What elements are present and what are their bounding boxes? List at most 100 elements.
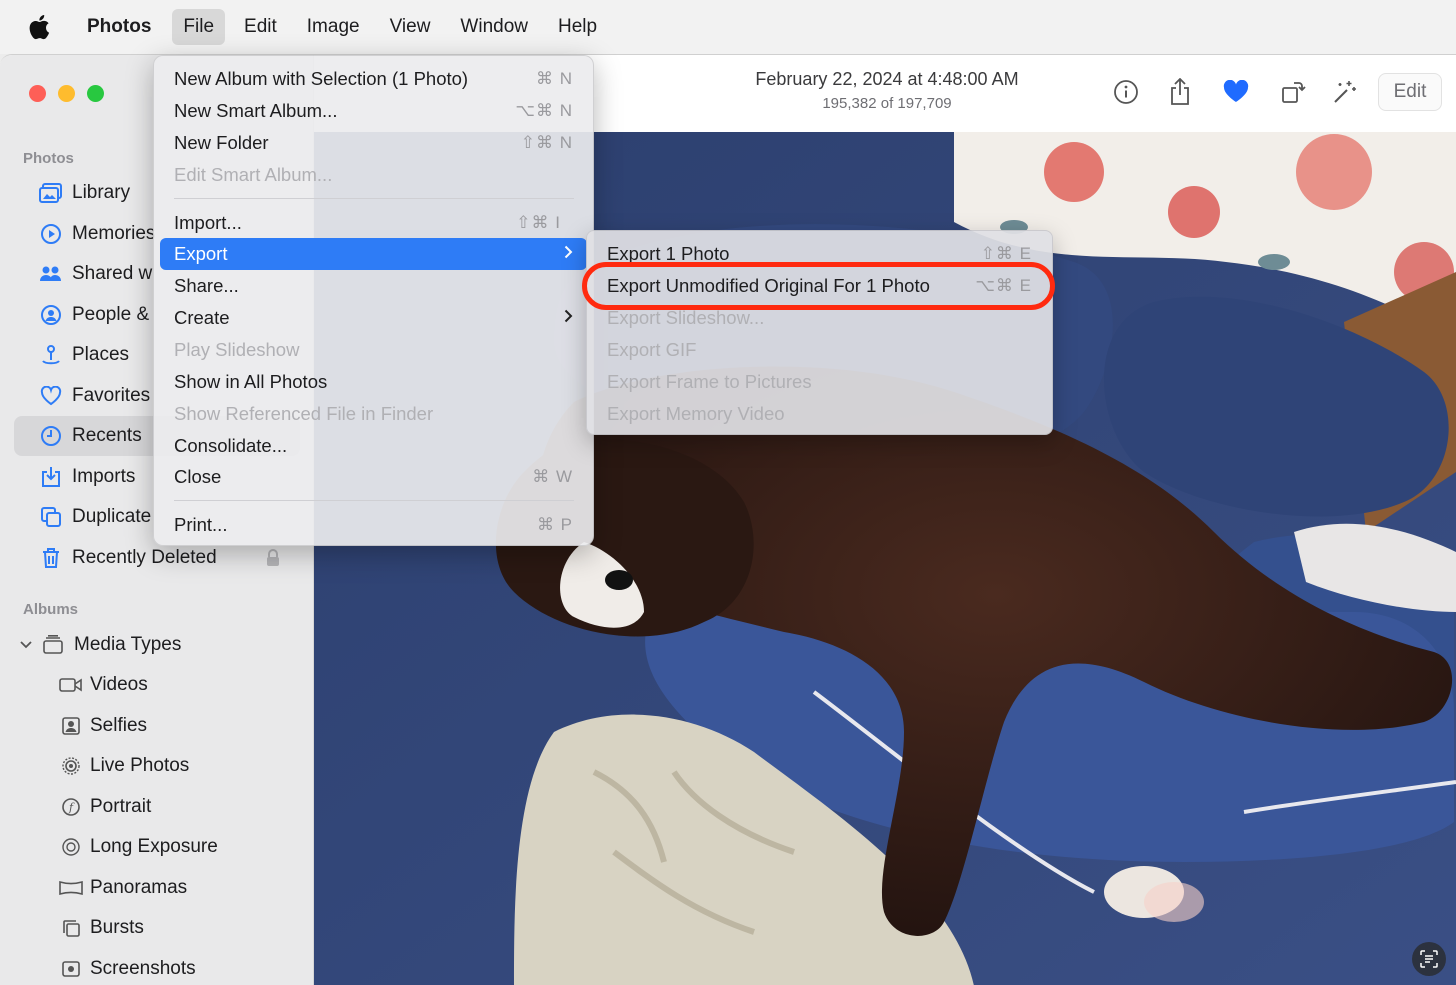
selfie-icon	[58, 713, 84, 739]
menu-item-show-in-all-photos[interactable]: Show in All Photos	[160, 366, 589, 398]
import-icon	[38, 464, 64, 490]
people-icon	[38, 302, 64, 328]
chevron-right-icon	[564, 308, 573, 328]
shortcut-label: ⌘ P	[536, 515, 573, 534]
video-icon	[58, 672, 84, 698]
menu-item-label: Print...	[174, 514, 228, 535]
sidebar-item-label: Live Photos	[90, 755, 190, 776]
menu-item-label: Export Memory Video	[607, 403, 785, 424]
shortcut-label: ⌘ W	[532, 467, 573, 486]
sidebar-item-videos[interactable]: Videos	[14, 665, 300, 705]
sidebar-item-label: Recently Deleted	[72, 547, 217, 568]
rotate-icon[interactable]	[1278, 77, 1308, 107]
sidebar-item-long-exposure[interactable]: Long Exposure	[14, 827, 300, 867]
menu-item-play-slideshow: Play Slideshow	[160, 334, 589, 366]
sidebar-item-label: People &	[72, 304, 150, 325]
sidebar-item-label: Duplicate	[72, 506, 152, 527]
menu-item-export[interactable]: Export	[160, 238, 587, 270]
menu-item-label: Show in All Photos	[174, 371, 328, 392]
menu-item-export-gif: Export GIF	[593, 334, 1048, 366]
info-icon[interactable]	[1111, 77, 1141, 107]
menu-item-consolidate[interactable]: Consolidate...	[160, 430, 589, 462]
trash-icon	[38, 545, 64, 571]
menu-item-new-folder[interactable]: New Folder ⇧⌘ N	[160, 127, 589, 159]
menu-item-edit-smart-album: Edit Smart Album...	[160, 159, 589, 191]
library-icon	[38, 180, 64, 206]
screenshot-icon	[58, 956, 84, 982]
menu-item-label: Export	[174, 243, 228, 264]
menu-item-new-smart-album[interactable]: New Smart Album... ⌥⌘ N	[160, 95, 589, 127]
long-exposure-icon	[58, 834, 84, 860]
export-submenu: Export 1 Photo ⇧⌘ E Export Unmodified Ori…	[586, 230, 1053, 435]
chevron-down-icon[interactable]	[20, 641, 38, 649]
zoom-window-button[interactable]	[87, 85, 104, 102]
menu-item-export-frame: Export Frame to Pictures	[593, 366, 1048, 398]
sidebar-item-screenshots[interactable]: Screenshots	[14, 949, 300, 985]
heart-icon	[38, 383, 64, 409]
menu-edit[interactable]: Edit	[233, 9, 288, 45]
auto-enhance-icon[interactable]	[1330, 77, 1360, 107]
menu-item-label: Edit Smart Album...	[174, 164, 333, 185]
sidebar-item-label: Memories	[72, 223, 156, 244]
live-text-icon[interactable]	[1412, 942, 1446, 976]
menu-separator	[174, 198, 574, 199]
svg-text:f: f	[68, 801, 75, 814]
favorite-heart-icon[interactable]	[1221, 77, 1251, 107]
sidebar-item-label: Panoramas	[90, 877, 188, 898]
sidebar-item-media-types[interactable]: Media Types	[14, 625, 300, 665]
menu-item-create[interactable]: Create	[160, 302, 589, 334]
apple-logo-icon[interactable]	[28, 14, 50, 40]
sidebar-item-label: Recents	[72, 425, 142, 446]
shortcut-label: ⌥⌘ N	[515, 101, 573, 120]
menu-file[interactable]: File	[172, 9, 226, 45]
sidebar-item-selfies[interactable]: Selfies	[14, 706, 300, 746]
menu-help[interactable]: Help	[547, 9, 608, 45]
menu-item-label: Show Referenced File in Finder	[174, 403, 434, 424]
sidebar-item-label: Bursts	[90, 917, 144, 938]
photos-section-header: Photos	[23, 150, 74, 167]
menu-item-close[interactable]: Close ⌘ W	[160, 461, 589, 493]
menu-item-label: Play Slideshow	[174, 339, 300, 360]
menu-item-import[interactable]: Import... ⇧⌘ I	[160, 207, 589, 239]
shared-icon	[38, 261, 64, 287]
menu-item-label: Consolidate...	[174, 435, 288, 456]
shortcut-label: ⇧⌘ E	[980, 244, 1032, 263]
sidebar-item-label: Selfies	[90, 715, 148, 736]
portrait-icon: f	[58, 794, 84, 820]
sidebar-item-label: Long Exposure	[90, 836, 218, 857]
sidebar-item-label: Portrait	[90, 796, 152, 817]
menu-separator	[174, 500, 574, 501]
menu-item-label: New Album with Selection (1 Photo)	[174, 68, 469, 89]
places-icon	[38, 342, 64, 368]
sidebar-item-label: Places	[72, 344, 130, 365]
menu-view[interactable]: View	[379, 9, 442, 45]
shortcut-label: ⇧⌘ I	[516, 213, 561, 232]
sidebar-item-live-photos[interactable]: Live Photos	[14, 746, 300, 786]
file-menu-dropdown: New Album with Selection (1 Photo) ⌘ N Ne…	[153, 55, 594, 546]
memories-icon	[38, 221, 64, 247]
menu-image[interactable]: Image	[296, 9, 371, 45]
menu-item-label: Export Frame to Pictures	[607, 371, 812, 392]
annotation-highlight-ring	[582, 262, 1055, 310]
menu-item-label: Export GIF	[607, 339, 697, 360]
menu-item-export-memory-video: Export Memory Video	[593, 398, 1048, 430]
menu-window[interactable]: Window	[449, 9, 539, 45]
menu-item-label: New Folder	[174, 132, 269, 153]
share-icon[interactable]	[1165, 77, 1195, 107]
menu-item-new-album[interactable]: New Album with Selection (1 Photo) ⌘ N	[160, 63, 589, 95]
menu-item-print[interactable]: Print... ⌘ P	[160, 509, 589, 541]
menu-item-label: Share...	[174, 275, 239, 296]
sidebar-item-label: Library	[72, 182, 131, 203]
sidebar-item-portrait[interactable]: f Portrait	[14, 787, 300, 827]
edit-button[interactable]: Edit	[1378, 73, 1442, 111]
bursts-icon	[58, 915, 84, 941]
close-window-button[interactable]	[29, 85, 46, 102]
menu-item-share[interactable]: Share...	[160, 270, 589, 302]
minimize-window-button[interactable]	[58, 85, 75, 102]
sidebar-item-bursts[interactable]: Bursts	[14, 908, 300, 948]
shortcut-label: ⇧⌘ N	[520, 133, 573, 152]
sidebar-item-panoramas[interactable]: Panoramas	[14, 868, 300, 908]
menu-bar: Photos File Edit Image View Window Help	[0, 0, 1456, 54]
menu-item-label: Close	[174, 466, 222, 487]
menu-photos[interactable]: Photos	[76, 9, 162, 45]
